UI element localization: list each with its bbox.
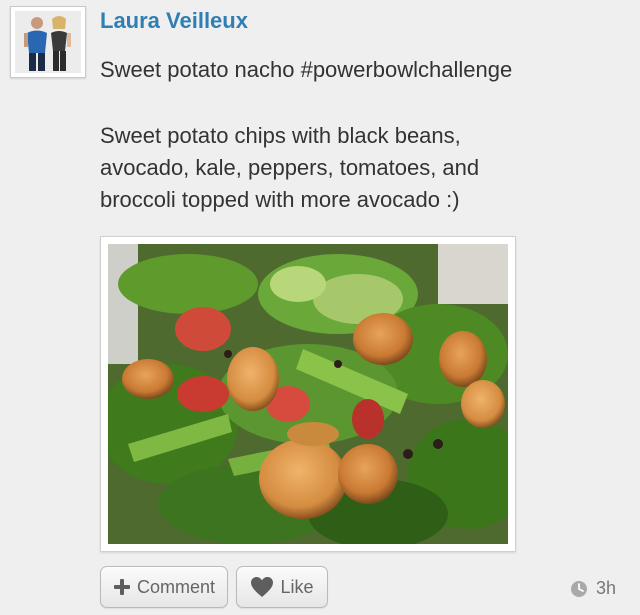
avatar-photo: [15, 11, 81, 73]
time-label: 3h: [596, 578, 617, 598]
like-button[interactable]: Like: [236, 566, 328, 608]
post-body-line: broccoli topped with more avocado :): [100, 187, 460, 212]
post-body: Sweet potato chips with black beans, avo…: [100, 120, 620, 216]
like-label: Like: [280, 576, 314, 597]
avatar[interactable]: [10, 6, 86, 78]
author-name[interactable]: Laura Veilleux: [100, 8, 248, 34]
food-photo: [108, 244, 508, 544]
post-photo[interactable]: [100, 236, 516, 552]
comment-button[interactable]: Comment: [100, 566, 228, 608]
clock-icon: [570, 580, 588, 598]
post-title: Sweet potato nacho #powerbowlchallenge: [100, 57, 513, 82]
post-body-line: avocado, kale, peppers, tomatoes, and: [100, 155, 480, 180]
feed-post: Laura Veilleux Sweet potato nacho #power…: [0, 0, 640, 615]
post-timestamp: 3h: [570, 578, 616, 599]
plus-icon: [113, 578, 131, 596]
post-body-line: Sweet potato chips with black beans,: [100, 123, 461, 148]
heart-icon: [250, 576, 274, 598]
comment-label: Comment: [136, 576, 216, 597]
